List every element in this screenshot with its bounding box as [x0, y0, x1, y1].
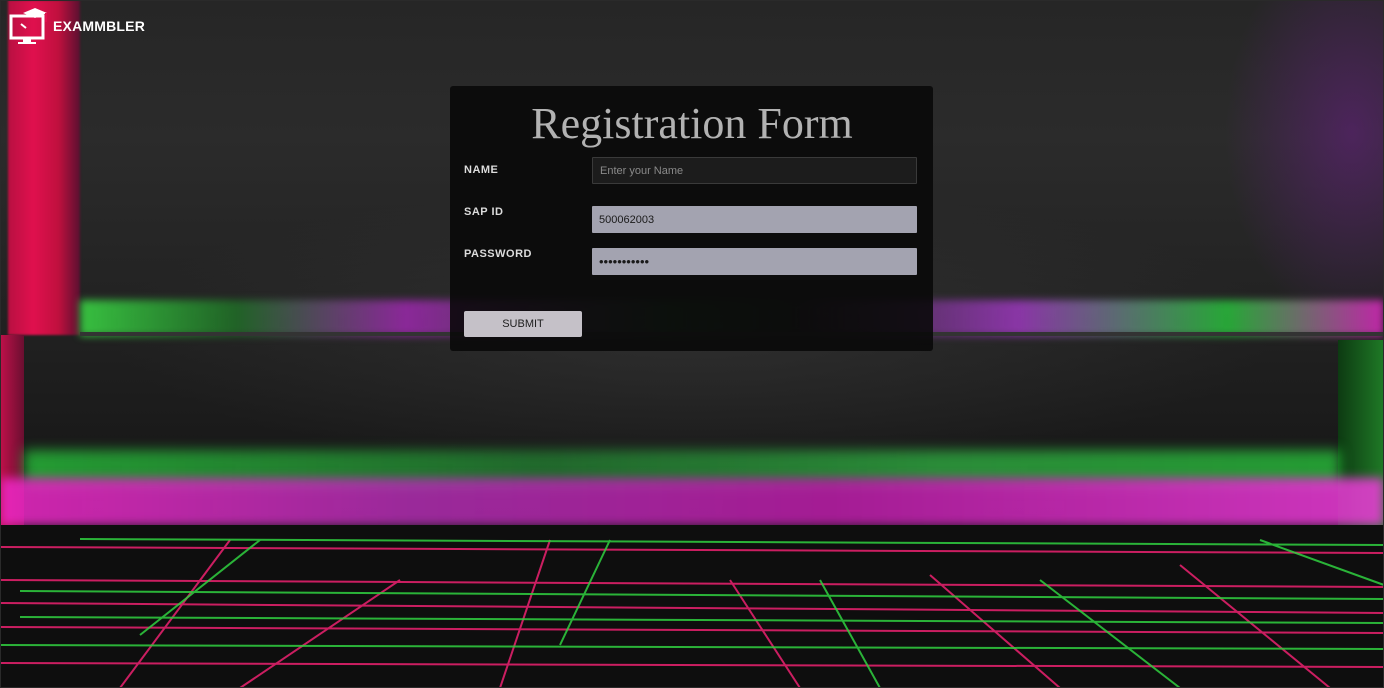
- sap-id-label: SAP ID: [464, 206, 504, 218]
- password-input[interactable]: [592, 248, 917, 275]
- name-input[interactable]: [592, 157, 917, 184]
- background-purple-glow: [1224, 0, 1384, 330]
- sap-id-input[interactable]: [592, 206, 917, 233]
- monitor-graduation-cap-icon: [9, 7, 49, 45]
- password-label: PASSWORD: [464, 248, 532, 260]
- neon-grid-graphic: [0, 538, 1384, 688]
- background-neon-band-pink: [0, 478, 1384, 526]
- submit-button[interactable]: SUBMIT: [464, 311, 582, 337]
- brand-logo[interactable]: EXAMMBLER: [9, 6, 145, 46]
- background-neon-grid-floor: [0, 525, 1384, 688]
- brand-name: EXAMMBLER: [53, 18, 146, 34]
- form-title: Registration Form: [531, 99, 853, 148]
- name-label: NAME: [464, 164, 499, 176]
- background-pink-pillar: [8, 0, 80, 335]
- page-background: EXAMMBLER Registration Form NAME SAP ID …: [0, 0, 1384, 688]
